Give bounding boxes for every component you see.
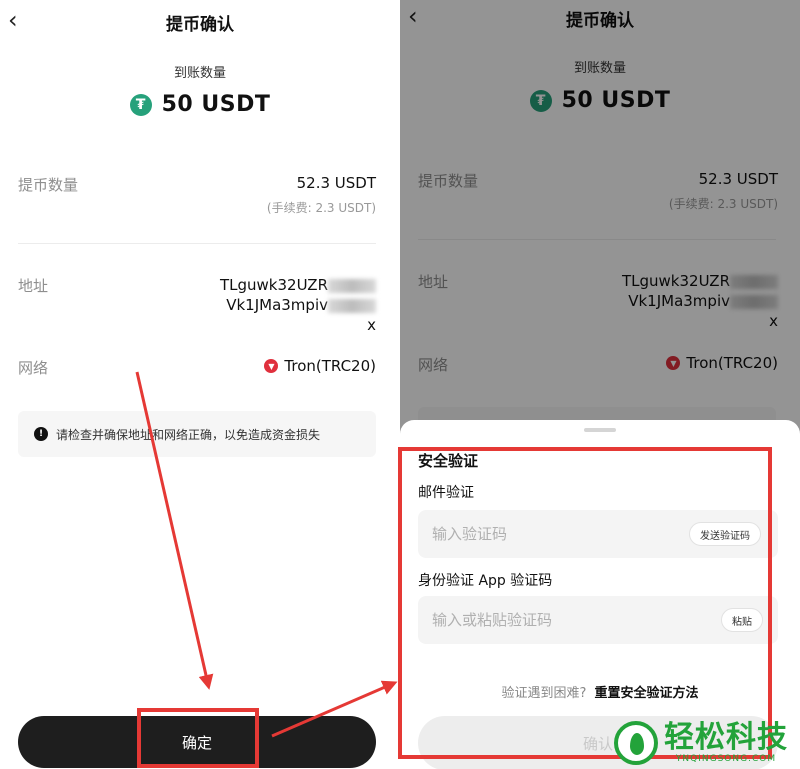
- address-line2: Vk1JMa3mpiv: [226, 296, 328, 314]
- sheet-drag-handle[interactable]: [584, 428, 616, 432]
- page-title: 提币确认: [166, 15, 234, 35]
- paste-button[interactable]: 粘贴: [721, 608, 763, 632]
- receive-amount: 50 USDT: [161, 92, 271, 117]
- confirm-button[interactable]: 确定: [18, 716, 376, 768]
- withdraw-fee: (手续费: 2.3 USDT): [266, 201, 376, 215]
- security-confirm-label: 确认: [582, 734, 613, 753]
- receive-label: 到账数量: [173, 66, 226, 81]
- address-label: 地址: [18, 277, 49, 295]
- help-question: 验证遇到困难?: [501, 686, 587, 701]
- receive-amount-row: ₮ 50 USDT: [0, 92, 400, 117]
- network-value: Tron(TRC20): [284, 357, 376, 375]
- security-title: 安全验证: [418, 452, 479, 470]
- withdraw-amount-value: 52.3 USDT: [296, 174, 376, 192]
- send-code-label: 发送验证码: [700, 530, 750, 542]
- address-redaction: [328, 298, 376, 313]
- notice-text: 请检查并确保地址和网络正确，以免造成资金损失: [56, 427, 321, 442]
- watermark: 轻松科技 YNQINGSONG.COM: [614, 716, 800, 769]
- info-icon: !: [34, 427, 48, 441]
- confirm-button-label: 确定: [181, 733, 212, 752]
- address-value: TLguwk32UZR Vk1JMa3mpiv x: [206, 275, 376, 335]
- watermark-logo-icon: [614, 720, 658, 765]
- help-row: 验证遇到困难? 重置安全验证方法: [400, 682, 800, 701]
- security-verify-screen: ‹ 提币确认 到账数量 ₮ 50 USDT 提币数量 52.3 USDT (手续…: [400, 0, 800, 769]
- watermark-cn: 轻松科技: [664, 719, 788, 755]
- address-line1: TLguwk32UZR: [219, 276, 328, 294]
- divider: [18, 243, 376, 244]
- tron-icon: ▼: [264, 359, 279, 373]
- paste-label: 粘贴: [732, 616, 752, 628]
- address-tail: x: [367, 316, 376, 334]
- top-bar: ‹ 提币确认: [0, 0, 400, 40]
- network-value-row: ▼ Tron(TRC20): [264, 357, 376, 375]
- app-verify-label: 身份验证 App 验证码: [418, 573, 553, 589]
- email-verify-label: 邮件验证: [418, 485, 474, 501]
- reset-security-link[interactable]: 重置安全验证方法: [594, 686, 698, 701]
- network-label: 网络: [18, 359, 49, 377]
- warning-notice: ! 请检查并确保地址和网络正确，以免造成资金损失: [18, 411, 376, 457]
- withdraw-amount-label: 提币数量: [18, 176, 79, 194]
- send-code-button[interactable]: 发送验证码: [689, 522, 761, 546]
- withdraw-confirm-screen: ‹ 提币确认 到账数量 ₮ 50 USDT 提币数量 52.3 USDT (手续…: [0, 0, 400, 769]
- watermark-en: YNQINGSONG.COM: [675, 753, 777, 764]
- address-redaction: [328, 278, 376, 293]
- usdt-coin-icon: ₮: [129, 93, 152, 116]
